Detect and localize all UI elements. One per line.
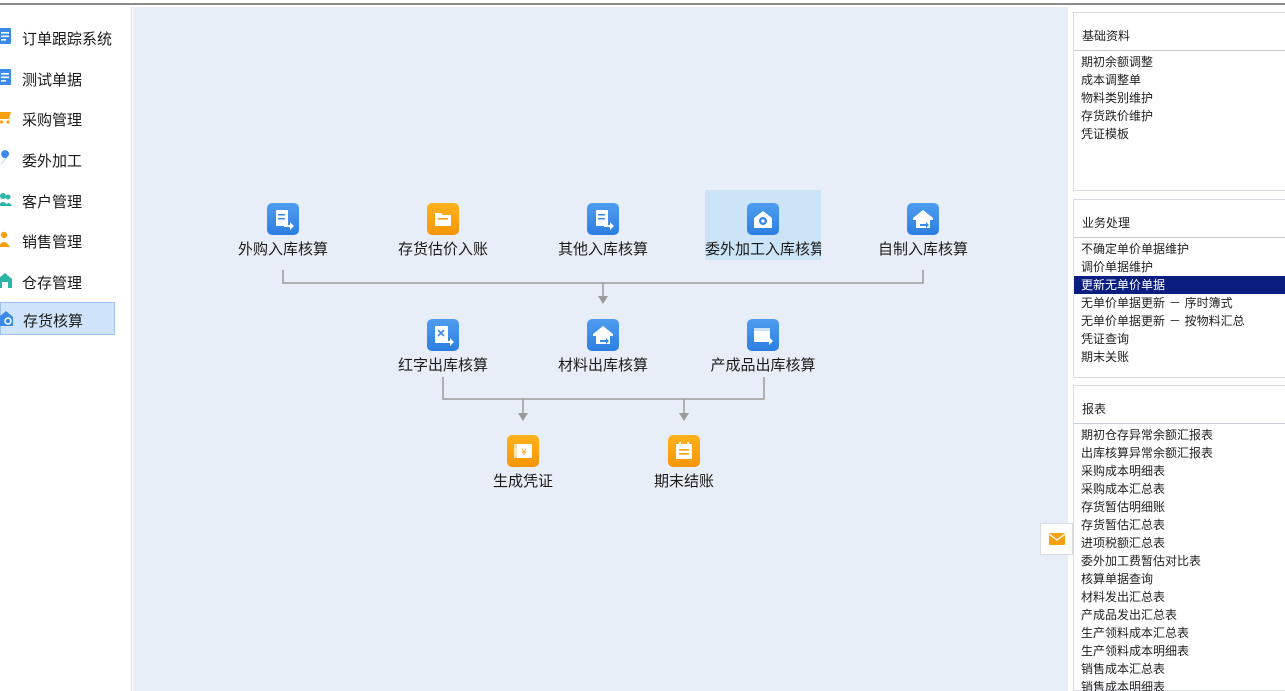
sidebar-item-label: 销售管理 [22, 233, 83, 251]
list-item[interactable]: 凭证模板 [1074, 125, 1285, 143]
sidebar-item-label: 订单跟踪系统 [22, 30, 113, 48]
panel-list: 期初仓存异常余额汇报表 出库核算异常余额汇报表 采购成本明细表 采购成本汇总表 … [1074, 426, 1285, 691]
sidebar-item-label: 仓存管理 [22, 274, 83, 292]
panel-list: 不确定单价单据维护 调价单据维护 更新无单价单据 无单价单据更新 － 序时簿式 … [1073, 240, 1285, 366]
inventory-calc-icon [0, 311, 13, 326]
panel-business-processing: 业务处理 不确定单价单据维护 调价单据维护 更新无单价单据 无单价单据更新 － … [1073, 199, 1285, 378]
sidebar-item-sales[interactable]: 销售管理 [0, 224, 115, 257]
list-item[interactable]: 期末关账 [1074, 348, 1285, 366]
node-label: 其他入库核算 [557, 240, 648, 258]
red-outbound-icon [427, 319, 459, 351]
list-item[interactable]: 生产领料成本汇总表 [1074, 624, 1285, 642]
node-purchase-inbound-accounting[interactable]: 外购入库核算 [225, 190, 341, 260]
list-item[interactable]: 进项税额汇总表 [1074, 534, 1285, 552]
envelope-icon [1048, 533, 1065, 545]
list-item[interactable]: 凭证查询 [1074, 330, 1285, 348]
sidebar-item-label: 存货核算 [23, 312, 84, 330]
sidebar-item-label: 委外加工 [22, 152, 83, 170]
list-item[interactable]: 产成品发出汇总表 [1074, 606, 1285, 624]
panel-reports: 报表 期初仓存异常余额汇报表 出库核算异常余额汇报表 采购成本明细表 采购成本汇… [1073, 385, 1285, 691]
sidebar-item-customer[interactable]: 客户管理 [0, 184, 115, 217]
list-item[interactable]: 物料类别维护 [1074, 89, 1285, 107]
node-label: 自制入库核算 [877, 240, 968, 258]
list-item[interactable]: 核算单据查询 [1074, 570, 1285, 588]
list-item[interactable]: 调价单据维护 [1074, 258, 1285, 276]
list-item[interactable]: 存货跌价维护 [1074, 107, 1285, 125]
node-generate-voucher[interactable]: ¥ 生成凭证 [465, 422, 581, 492]
inbound-doc-icon [587, 203, 619, 235]
list-item[interactable]: 销售成本汇总表 [1074, 660, 1285, 678]
warehouse-icon [0, 273, 12, 288]
node-label: 生成凭证 [492, 472, 553, 490]
list-item[interactable]: 无单价单据更新 － 按物料汇总 [1074, 312, 1285, 330]
list-item[interactable]: 期初仓存异常余额汇报表 [1074, 426, 1285, 444]
panel-divider [1074, 50, 1285, 51]
list-item[interactable]: 委外加工费暂估对比表 [1074, 552, 1285, 570]
node-inventory-estimate-posting[interactable]: 存货估价入账 [385, 190, 501, 260]
sidebar-item-inventory-accounting[interactable]: 存货核算 [0, 302, 115, 335]
workflow-canvas: 外购入库核算 存货估价入账 其他入库核算 委外加工入库核算 自制入库核算 红字出… [133, 7, 1068, 691]
node-label: 委外加工入库核算 [705, 240, 821, 258]
node-finished-goods-outbound-accounting[interactable]: 产成品出库核算 [705, 306, 821, 376]
list-item[interactable]: 存货暂估明细账 [1074, 498, 1285, 516]
list-item[interactable]: 材料发出汇总表 [1074, 588, 1285, 606]
sidebar-item-outsourcing[interactable]: 委外加工 [0, 143, 115, 176]
node-other-inbound-accounting[interactable]: 其他入库核算 [545, 190, 661, 260]
sidebar-item-warehouse[interactable]: 仓存管理 [0, 265, 115, 298]
mail-button[interactable] [1040, 523, 1073, 555]
panel-title: 基础资料 [1082, 29, 1131, 43]
list-item[interactable]: 成本调整单 [1074, 71, 1285, 89]
sidebar-item-purchase[interactable]: 采购管理 [0, 102, 115, 135]
panel-basic-data: 基础资料 期初余额调整 成本调整单 物料类别维护 存货跌价维护 凭证模板 [1073, 12, 1285, 191]
salesperson-icon [0, 231, 10, 247]
node-label: 材料出库核算 [557, 356, 648, 374]
node-label: 红字出库核算 [397, 356, 488, 374]
list-item-selected[interactable]: 更新无单价单据 [1073, 275, 1285, 295]
node-material-outbound-accounting[interactable]: 材料出库核算 [545, 306, 661, 376]
list-item[interactable]: 期初余额调整 [1074, 53, 1285, 71]
sidebar-item-label: 测试单据 [22, 71, 83, 89]
sidebar-item-test-docs[interactable]: 测试单据 [0, 62, 115, 95]
house-arrow-icon [587, 319, 619, 351]
sidebar-item-label: 客户管理 [22, 193, 83, 211]
gear-house-icon [747, 203, 779, 235]
panel-list: 期初余额调整 成本调整单 物料类别维护 存货跌价维护 凭证模板 [1074, 53, 1285, 143]
inbound-doc-icon [267, 203, 299, 235]
panel-divider [1074, 423, 1285, 424]
calendar-list-icon [668, 435, 700, 467]
node-label: 产成品出库核算 [710, 356, 816, 374]
users-icon [0, 193, 12, 206]
list-item[interactable]: 采购成本明细表 [1074, 462, 1285, 480]
panel-divider [1074, 237, 1285, 238]
list-item[interactable]: 采购成本汇总表 [1074, 480, 1285, 498]
panel-title: 业务处理 [1082, 216, 1131, 230]
module-sidebar: 订单跟踪系统 测试单据 采购管理 委外加工 客户管理 销售管理 仓存管理 存货核… [0, 7, 132, 691]
node-label: 外购入库核算 [237, 240, 328, 258]
list-item[interactable]: 销售成本明细表 [1074, 678, 1285, 691]
node-label: 存货估价入账 [397, 240, 488, 258]
node-red-outbound-accounting[interactable]: 红字出库核算 [385, 306, 501, 376]
document-list-icon [0, 69, 11, 85]
sidebar-item-label: 采购管理 [22, 111, 83, 129]
svg-text:¥: ¥ [521, 448, 527, 458]
house-arrow-icon [907, 203, 939, 235]
list-item[interactable]: 存货暂估汇总表 [1074, 516, 1285, 534]
node-label: 期末结账 [653, 472, 714, 490]
shopping-cart-icon [0, 112, 11, 124]
sidebar-item-order-tracking[interactable]: 订单跟踪系统 [0, 21, 115, 54]
node-period-end-closing[interactable]: 期末结账 [626, 422, 742, 492]
list-item[interactable]: 不确定单价单据维护 [1074, 240, 1285, 258]
wrench-icon [0, 150, 10, 165]
list-item[interactable]: 无单价单据更新 － 序时簿式 [1074, 294, 1285, 312]
yuan-voucher-icon: ¥ [507, 435, 539, 467]
panel-title: 报表 [1082, 402, 1107, 416]
list-item[interactable]: 出库核算异常余额汇报表 [1074, 444, 1285, 462]
folder-icon [427, 203, 459, 235]
node-outsourcing-inbound-accounting[interactable]: 委外加工入库核算 [705, 190, 821, 260]
node-self-made-inbound-accounting[interactable]: 自制入库核算 [865, 190, 981, 260]
window-top-border [0, 0, 1285, 5]
list-item[interactable]: 生产领料成本明细表 [1074, 642, 1285, 660]
product-out-icon [747, 319, 779, 351]
document-list-icon [0, 28, 11, 44]
